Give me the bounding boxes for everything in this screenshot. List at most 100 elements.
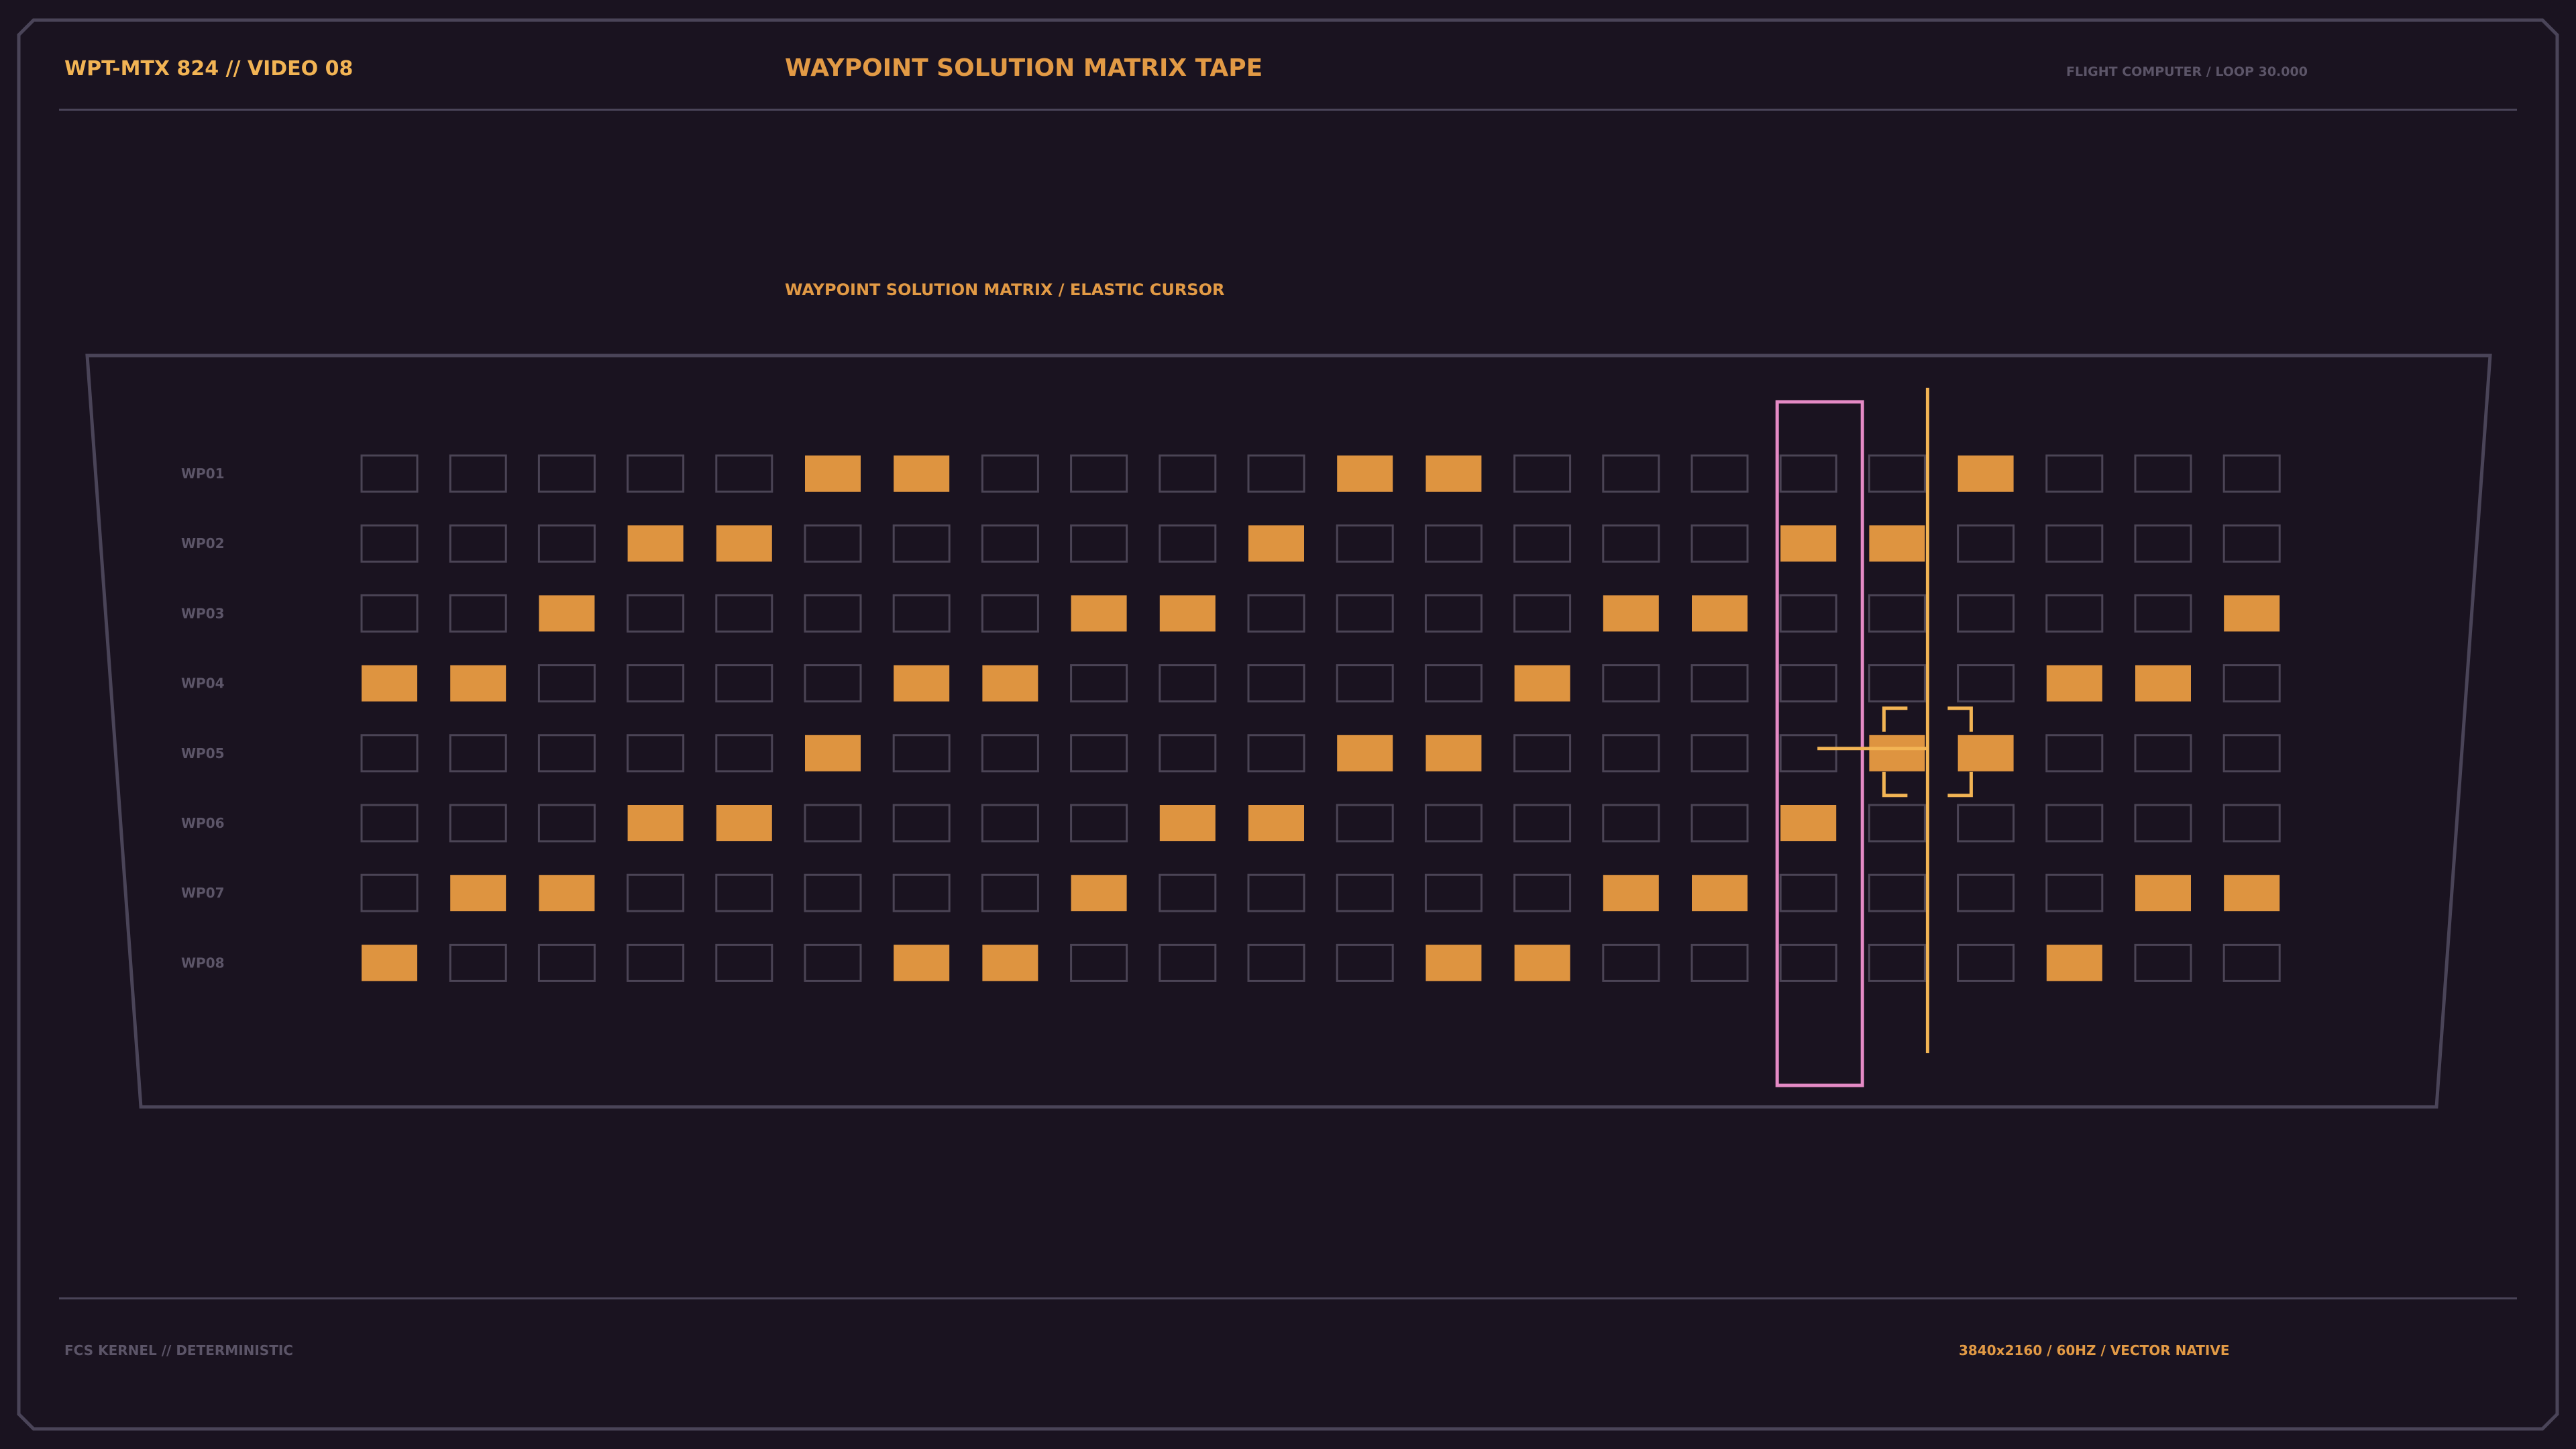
matrix-cell-empty[interactable]: [1868, 664, 1926, 703]
matrix-cell-empty[interactable]: [1247, 664, 1305, 703]
matrix-cell-empty[interactable]: [1868, 943, 1926, 982]
matrix-cell-empty[interactable]: [537, 734, 596, 773]
matrix-cell-empty[interactable]: [892, 804, 951, 843]
matrix-cell-active[interactable]: [805, 735, 861, 771]
matrix-cell-empty[interactable]: [2045, 804, 2104, 843]
matrix-cell-empty[interactable]: [1247, 594, 1305, 633]
matrix-cell-empty[interactable]: [2045, 594, 2104, 633]
matrix-cell-empty[interactable]: [715, 454, 773, 493]
matrix-cell-empty[interactable]: [1513, 454, 1572, 493]
matrix-cell-empty[interactable]: [1602, 454, 1660, 493]
matrix-cell-empty[interactable]: [715, 943, 773, 982]
cursor-column-band[interactable]: [1775, 400, 1864, 1087]
matrix-cell-active[interactable]: [1957, 735, 2014, 771]
matrix-cell-empty[interactable]: [1957, 594, 2015, 633]
matrix-cell-empty[interactable]: [1602, 664, 1660, 703]
matrix-cell-empty[interactable]: [2045, 454, 2104, 493]
matrix-cell-empty[interactable]: [715, 734, 773, 773]
matrix-cell-active[interactable]: [1869, 735, 1925, 771]
matrix-cell-empty[interactable]: [449, 524, 507, 563]
matrix-cell-active[interactable]: [1159, 805, 1216, 841]
matrix-cell-empty[interactable]: [1779, 734, 1837, 773]
matrix-cell-empty[interactable]: [1159, 943, 1217, 982]
matrix-cell-empty[interactable]: [1513, 594, 1572, 633]
matrix-cell-empty[interactable]: [1513, 734, 1572, 773]
matrix-cell-active[interactable]: [2046, 945, 2102, 981]
matrix-cell-active[interactable]: [805, 455, 861, 492]
matrix-cell-empty[interactable]: [1424, 524, 1483, 563]
matrix-cell-active[interactable]: [1337, 455, 1393, 492]
matrix-cell-empty[interactable]: [1690, 524, 1749, 563]
matrix-cell-active[interactable]: [1692, 875, 1748, 912]
matrix-cell-empty[interactable]: [804, 664, 862, 703]
matrix-cell-empty[interactable]: [1159, 524, 1217, 563]
matrix-cell-active[interactable]: [627, 805, 684, 841]
matrix-cell-empty[interactable]: [1159, 873, 1217, 912]
matrix-cell-active[interactable]: [627, 525, 684, 562]
matrix-cell-empty[interactable]: [981, 873, 1039, 912]
matrix-cell-empty[interactable]: [1159, 664, 1217, 703]
matrix-cell-empty[interactable]: [1336, 943, 1394, 982]
matrix-cell-empty[interactable]: [2134, 804, 2192, 843]
matrix-cell-empty[interactable]: [804, 873, 862, 912]
matrix-cell-empty[interactable]: [1602, 734, 1660, 773]
matrix-cell-empty[interactable]: [1602, 943, 1660, 982]
matrix-cell-empty[interactable]: [627, 454, 685, 493]
matrix-cell-empty[interactable]: [1957, 873, 2015, 912]
matrix-cell-empty[interactable]: [1957, 524, 2015, 563]
matrix-cell-empty[interactable]: [1247, 734, 1305, 773]
matrix-cell-empty[interactable]: [627, 734, 685, 773]
matrix-cell-empty[interactable]: [715, 873, 773, 912]
matrix-cell-empty[interactable]: [1779, 454, 1837, 493]
matrix-cell-empty[interactable]: [1868, 804, 1926, 843]
matrix-cell-active[interactable]: [894, 945, 950, 981]
matrix-cell-active[interactable]: [1248, 805, 1304, 841]
matrix-cell-empty[interactable]: [981, 804, 1039, 843]
matrix-cell-empty[interactable]: [1868, 594, 1926, 633]
matrix-cell-empty[interactable]: [1336, 524, 1394, 563]
matrix-cell-empty[interactable]: [1690, 664, 1749, 703]
matrix-cell-active[interactable]: [1071, 595, 1127, 632]
matrix-cell-empty[interactable]: [1513, 873, 1572, 912]
matrix-cell-empty[interactable]: [2222, 734, 2281, 773]
matrix-cell-empty[interactable]: [1779, 873, 1837, 912]
matrix-cell-empty[interactable]: [1602, 804, 1660, 843]
matrix-cell-empty[interactable]: [1513, 524, 1572, 563]
matrix-cell-empty[interactable]: [1070, 454, 1128, 493]
matrix-cell-active[interactable]: [2135, 875, 2191, 912]
matrix-cell-empty[interactable]: [981, 734, 1039, 773]
matrix-cell-empty[interactable]: [2134, 524, 2192, 563]
matrix-cell-active[interactable]: [982, 945, 1038, 981]
matrix-cell-empty[interactable]: [1690, 804, 1749, 843]
matrix-cell-empty[interactable]: [537, 804, 596, 843]
matrix-cell-empty[interactable]: [2045, 734, 2104, 773]
matrix-cell-empty[interactable]: [1247, 454, 1305, 493]
matrix-cell-empty[interactable]: [1690, 734, 1749, 773]
matrix-cell-empty[interactable]: [360, 524, 419, 563]
matrix-cell-empty[interactable]: [360, 873, 419, 912]
matrix-cell-empty[interactable]: [1602, 524, 1660, 563]
matrix-cell-active[interactable]: [1071, 875, 1127, 912]
matrix-cell-empty[interactable]: [715, 664, 773, 703]
matrix-cell-empty[interactable]: [537, 943, 596, 982]
matrix-cell-empty[interactable]: [892, 873, 951, 912]
matrix-cell-active[interactable]: [1514, 665, 1570, 702]
matrix-cell-active[interactable]: [2224, 595, 2280, 632]
matrix-cell-active[interactable]: [2224, 875, 2280, 912]
matrix-cell-active[interactable]: [362, 665, 417, 702]
matrix-cell-empty[interactable]: [1424, 873, 1483, 912]
matrix-cell-empty[interactable]: [804, 943, 862, 982]
matrix-cell-empty[interactable]: [1247, 943, 1305, 982]
matrix-cell-empty[interactable]: [360, 454, 419, 493]
matrix-cell-empty[interactable]: [1957, 804, 2015, 843]
matrix-cell-empty[interactable]: [537, 524, 596, 563]
matrix-cell-empty[interactable]: [1070, 804, 1128, 843]
matrix-cell-empty[interactable]: [981, 524, 1039, 563]
matrix-cell-active[interactable]: [894, 665, 950, 702]
matrix-cell-empty[interactable]: [2222, 454, 2281, 493]
matrix-cell-empty[interactable]: [2222, 664, 2281, 703]
matrix-cell-empty[interactable]: [981, 454, 1039, 493]
matrix-cell-empty[interactable]: [1070, 943, 1128, 982]
matrix-cell-empty[interactable]: [627, 594, 685, 633]
matrix-cell-empty[interactable]: [1957, 943, 2015, 982]
